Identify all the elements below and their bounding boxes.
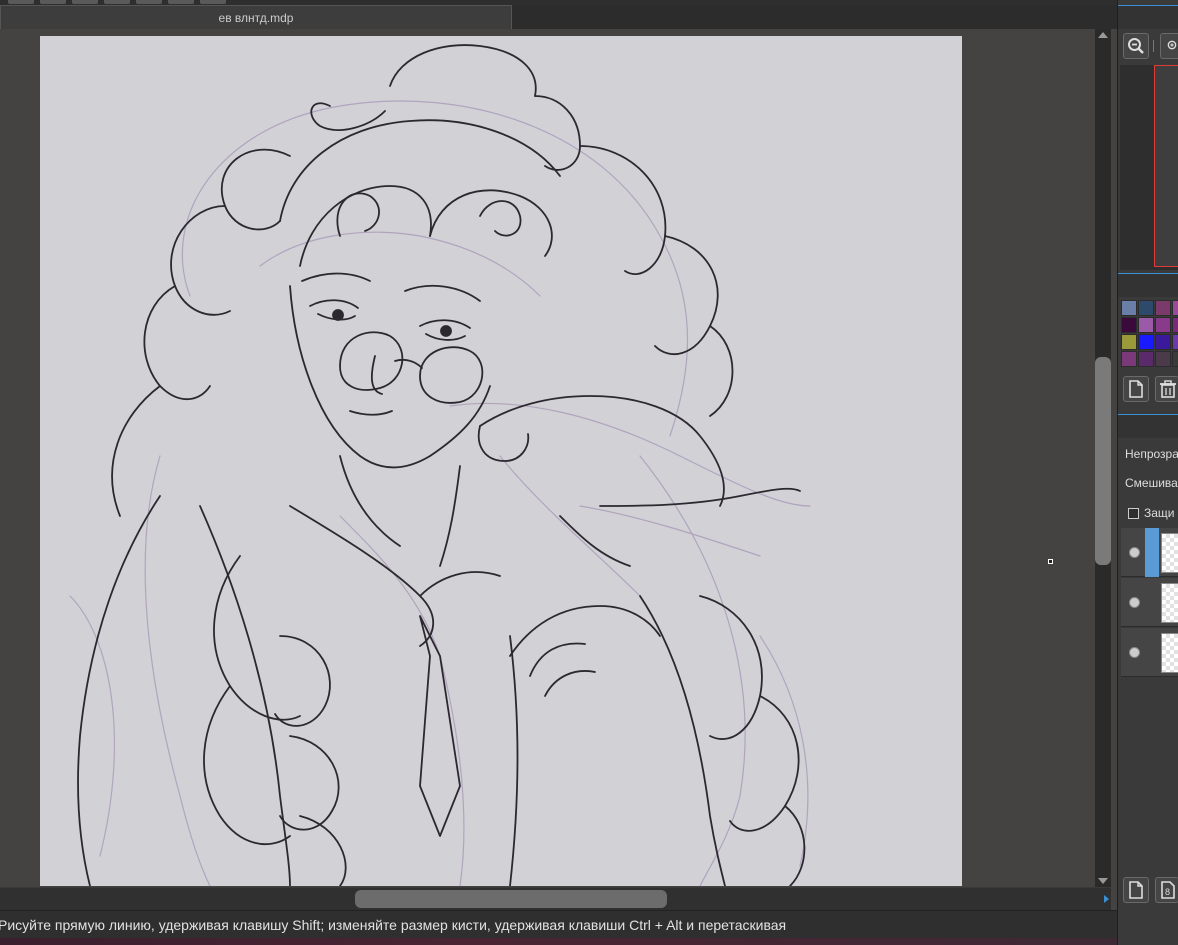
layer-row-3[interactable] [1121, 628, 1178, 677]
palette-swatch[interactable] [1155, 334, 1171, 350]
magnifier-minus-icon [1128, 38, 1144, 54]
layer-row-2[interactable] [1121, 578, 1178, 627]
toolbar-button[interactable] [200, 0, 226, 4]
scroll-down-icon[interactable] [1098, 878, 1108, 884]
palette-swatch[interactable] [1121, 334, 1137, 350]
visibility-eye-icon[interactable] [1129, 647, 1140, 658]
toolbar-button[interactable] [104, 0, 130, 4]
toolbar-separator [1153, 40, 1154, 52]
line-art-sketch [69, 44, 811, 886]
canvas-viewport[interactable] [0, 29, 1095, 887]
sketch-layer [69, 100, 811, 886]
status-bar: Рисуйте прямую линию, удерживая клавишу … [0, 910, 1178, 938]
palette-swatch[interactable] [1121, 351, 1137, 367]
horizontal-scroll-thumb[interactable] [355, 890, 667, 908]
palette-swatch[interactable] [1121, 300, 1137, 316]
layer-thumbnail [1161, 583, 1178, 623]
scroll-up-icon[interactable] [1098, 32, 1108, 38]
document-tab-title: ев влнтд.mdp [218, 11, 294, 25]
blend-mode-label: Смешива [1125, 476, 1178, 490]
magnifier-plus-icon [1167, 40, 1177, 50]
palette-swatch[interactable] [1155, 351, 1171, 367]
horizontal-scrollbar[interactable] [0, 887, 1111, 910]
toolbar-button[interactable] [40, 0, 66, 4]
status-hint: Рисуйте прямую линию, удерживая клавишу … [0, 917, 787, 933]
new-color-button[interactable] [1123, 376, 1149, 402]
layer-thumbnail [1161, 533, 1178, 573]
layer-list-empty [1121, 678, 1178, 868]
document-tab[interactable]: ев влнтд.mdp [0, 5, 512, 29]
palette-swatch[interactable] [1155, 317, 1171, 333]
toolbar-button[interactable] [136, 0, 162, 4]
drawing-canvas[interactable] [40, 36, 962, 886]
navigator-panel-header [1118, 5, 1178, 29]
palette-swatch[interactable] [1172, 300, 1178, 316]
protect-alpha-label: Защи [1144, 506, 1175, 520]
ink-layer [77, 44, 806, 886]
palette-swatch[interactable] [1138, 300, 1154, 316]
navigator-preview[interactable] [1120, 65, 1178, 270]
zoom-out-button[interactable] [1123, 33, 1149, 59]
os-taskbar-edge [0, 938, 1178, 945]
svg-text:8: 8 [1165, 887, 1170, 897]
opacity-label: Непрозра [1125, 447, 1178, 461]
palette-swatch[interactable] [1138, 351, 1154, 367]
layer-row-1[interactable] [1121, 528, 1178, 577]
new-8bit-layer-button[interactable]: 8 [1155, 877, 1178, 903]
document-tab-bar: ев влнтд.mdp [0, 5, 1117, 29]
palette-swatch[interactable] [1138, 334, 1154, 350]
navigator-view-frame[interactable] [1154, 65, 1178, 267]
tab-bar-empty [512, 5, 1117, 29]
delete-color-button[interactable] [1155, 376, 1178, 402]
palette-swatch[interactable] [1172, 351, 1178, 367]
palette-swatch[interactable] [1172, 334, 1178, 350]
visibility-eye-icon[interactable] [1129, 597, 1140, 608]
layers-panel-header [1118, 414, 1178, 438]
palette-swatch[interactable] [1172, 317, 1178, 333]
color-palette-header [1118, 273, 1178, 297]
layer-selected-indicator [1145, 528, 1159, 577]
toolbar-button[interactable] [168, 0, 194, 4]
palette-swatch[interactable] [1121, 317, 1137, 333]
visibility-eye-icon[interactable] [1129, 547, 1140, 558]
palette-swatch[interactable] [1155, 300, 1171, 316]
new-page-icon [1129, 881, 1143, 899]
toolbar-button[interactable] [8, 0, 34, 4]
new-layer-button[interactable] [1123, 877, 1149, 903]
brush-cursor [1048, 559, 1053, 564]
new-8bit-layer-icon: 8 [1160, 881, 1175, 899]
toolbar-button[interactable] [72, 0, 98, 4]
zoom-in-button[interactable] [1160, 33, 1178, 59]
medibang-paint-window: ев влнтд.mdp Рисуйте прямую линию, удерж… [0, 0, 1178, 945]
vertical-scrollbar[interactable] [1095, 29, 1111, 887]
new-page-icon [1129, 380, 1143, 398]
palette-swatch[interactable] [1138, 317, 1154, 333]
right-panel: Непрозра Смешива Защи 8 [1117, 0, 1178, 945]
protect-alpha-checkbox[interactable] [1128, 508, 1139, 519]
vertical-scroll-thumb[interactable] [1095, 357, 1111, 565]
scroll-right-icon[interactable] [1104, 895, 1109, 903]
layer-thumbnail [1161, 633, 1178, 673]
trash-icon [1159, 380, 1176, 398]
